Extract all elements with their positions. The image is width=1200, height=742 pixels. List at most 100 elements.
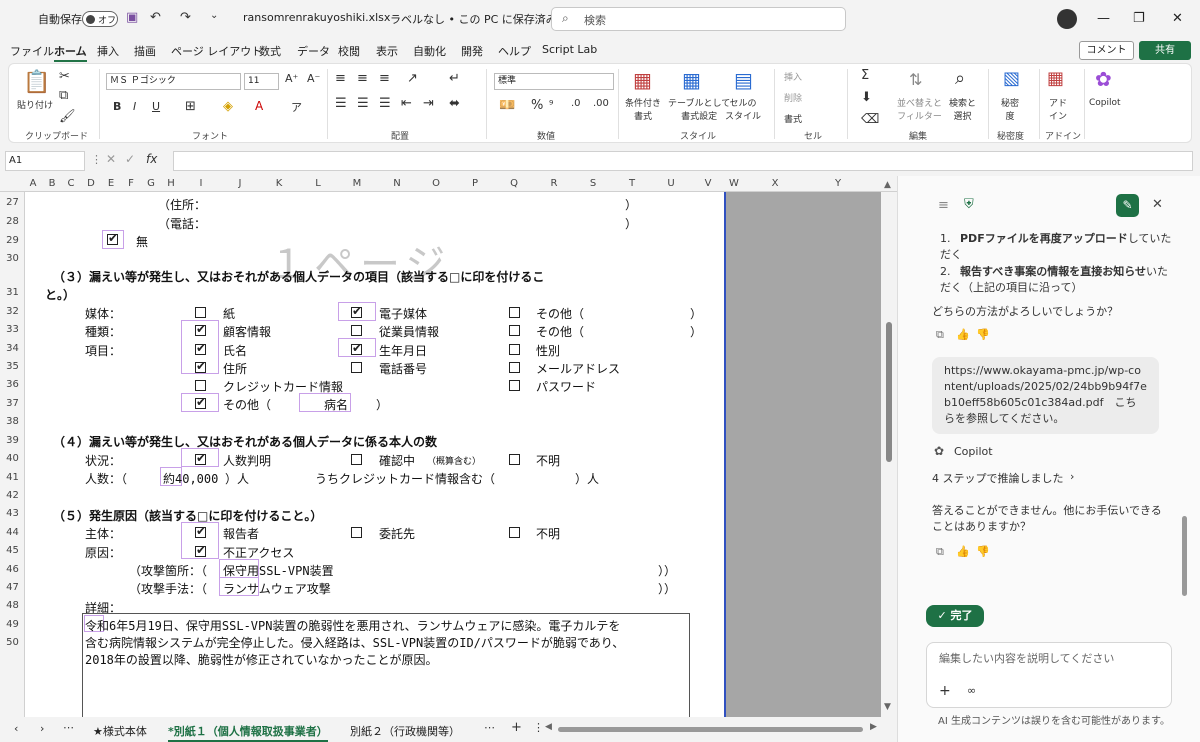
format-table-icon[interactable]: ▦ xyxy=(682,68,701,92)
col-header[interactable]: F xyxy=(123,178,139,189)
col-header[interactable]: D xyxy=(83,178,99,189)
scroll-thumb[interactable] xyxy=(886,322,892,462)
col-header[interactable]: X xyxy=(767,178,783,189)
delete-cells-button[interactable]: 削除 xyxy=(784,91,802,104)
tab-data[interactable]: データ xyxy=(297,43,330,59)
shrink-font-icon[interactable]: A⁻ xyxy=(307,72,320,85)
checkbox-name[interactable] xyxy=(195,341,206,355)
copy-icon[interactable]: ⧉ xyxy=(59,88,68,103)
new-chat-icon[interactable]: ✎ xyxy=(1116,194,1139,217)
border-icon[interactable]: ⊞ xyxy=(185,99,196,114)
horizontal-scroll-thumb[interactable] xyxy=(558,727,863,732)
number-format-select[interactable]: 標準 xyxy=(494,73,614,90)
tab-insert[interactable]: 挿入 xyxy=(97,43,119,59)
checkbox-confirming[interactable] xyxy=(351,454,362,465)
tab-home[interactable]: ホーム xyxy=(54,43,87,62)
find-icon[interactable]: ⌕ xyxy=(955,68,965,89)
align-right-icon[interactable]: ☰ xyxy=(379,96,391,111)
align-bottom-icon[interactable]: ≡ xyxy=(379,71,390,86)
checkbox-contractor[interactable] xyxy=(351,527,362,538)
italic-icon[interactable]: I xyxy=(133,100,136,113)
row-header[interactable]: 49 xyxy=(0,619,25,630)
tab-developer[interactable]: 開発 xyxy=(461,43,483,59)
checkbox-address[interactable] xyxy=(195,359,206,373)
checkbox-birth[interactable] xyxy=(351,341,362,355)
col-header[interactable]: U xyxy=(663,178,679,189)
redo-icon[interactable]: ↷ xyxy=(180,10,191,25)
row-header[interactable]: 45 xyxy=(0,545,25,556)
sort-filter-label[interactable]: 並べ替えと フィルター xyxy=(897,96,942,122)
outdent-icon[interactable]: ⇥ xyxy=(423,96,434,111)
checkbox-credit[interactable] xyxy=(195,380,206,391)
row-header[interactable]: 30 xyxy=(0,253,25,264)
cell-style-label[interactable]: セルの スタイル xyxy=(725,96,761,122)
worksheet-page[interactable]: １ページ （住所： ） （電話： ） 無 （３）漏えい等が発生し、又はおそれがあ… xyxy=(25,192,724,717)
col-header[interactable]: A xyxy=(25,178,41,189)
col-header[interactable]: Y xyxy=(830,178,846,189)
chevron-right-icon[interactable]: › xyxy=(1070,470,1074,483)
checkbox-paper[interactable] xyxy=(195,307,206,318)
font-name-select[interactable]: ＭＳ Ｐゴシック xyxy=(106,73,241,90)
checkbox-known[interactable] xyxy=(195,451,206,465)
prompt-input[interactable]: 編集したい内容を説明してください + ∞ xyxy=(926,642,1172,708)
row-header[interactable]: 36 xyxy=(0,379,25,390)
col-header[interactable]: Q xyxy=(506,178,522,189)
scroll-right-icon[interactable]: ▶ xyxy=(870,722,877,732)
col-header[interactable]: P xyxy=(467,178,483,189)
conditional-format-label[interactable]: 条件付き 書式 xyxy=(625,96,661,122)
conditional-format-icon[interactable]: ▦ xyxy=(633,68,652,92)
tab-automate[interactable]: 自動化 xyxy=(413,43,446,59)
tab-prev-icon[interactable]: ‹ xyxy=(14,722,18,735)
bold-icon[interactable]: B xyxy=(113,100,121,113)
add-sheet-icon[interactable]: + xyxy=(511,720,522,735)
hscroll-more-icon[interactable]: ⋮ xyxy=(533,721,544,734)
underline-icon[interactable]: U xyxy=(152,100,160,113)
copilot-icon[interactable]: ✿ xyxy=(1095,67,1112,91)
copilot-label[interactable]: Copilot xyxy=(1089,98,1121,108)
col-header[interactable]: V xyxy=(700,178,716,189)
align-left-icon[interactable]: ☰ xyxy=(335,96,347,111)
increase-decimal-icon[interactable]: .0 xyxy=(571,98,581,109)
tab-draw[interactable]: 描画 xyxy=(134,43,156,59)
checkbox-other-type[interactable] xyxy=(509,325,520,336)
tab-file[interactable]: ファイル xyxy=(10,43,54,59)
tab-next-icon[interactable]: › xyxy=(40,722,44,735)
detail-box[interactable]: 令和6年5月19日、保守用SSL-VPN装置の脆弱性を悪用され、ランサムウェアに… xyxy=(82,613,690,717)
col-header[interactable]: M xyxy=(349,178,365,189)
fill-icon[interactable]: ⬇ xyxy=(861,90,872,105)
align-center-icon[interactable]: ☰ xyxy=(357,96,369,111)
avatar[interactable] xyxy=(1057,9,1077,29)
checkbox-unknown-subject[interactable] xyxy=(509,527,520,538)
addin-icon[interactable]: ▦ xyxy=(1047,68,1064,89)
paste-icon[interactable]: 📋 xyxy=(23,70,50,95)
row-header[interactable]: 27 xyxy=(0,197,25,208)
decrease-decimal-icon[interactable]: .00 xyxy=(593,98,609,109)
clear-icon[interactable]: ⌫ xyxy=(861,112,879,127)
sensitivity-label[interactable]: 秘密 度 xyxy=(1001,96,1019,122)
row-header[interactable]: 34 xyxy=(0,343,25,354)
col-header[interactable]: S xyxy=(585,178,601,189)
sensitivity-icon[interactable]: ▧ xyxy=(1003,68,1020,89)
add-icon[interactable]: + xyxy=(939,683,951,699)
sheet-tab-main[interactable]: ★様式本体 xyxy=(93,723,147,739)
fill-color-icon[interactable]: ◈ xyxy=(223,99,233,114)
done-button[interactable]: ✓ 完了 xyxy=(926,605,984,627)
font-color-icon[interactable]: A xyxy=(255,99,263,113)
row-header[interactable]: 40 xyxy=(0,453,25,464)
scroll-left-icon[interactable]: ◀ xyxy=(545,722,552,732)
more-icon[interactable]: ⋮ xyxy=(91,153,102,166)
cut-icon[interactable]: ✂ xyxy=(59,69,70,84)
addin-label[interactable]: アド イン xyxy=(1049,96,1067,122)
insert-function-icon[interactable]: fx xyxy=(146,152,157,166)
row-header[interactable]: 42 xyxy=(0,490,25,501)
wrap-text-icon[interactable]: ↵ xyxy=(449,71,460,86)
row-header[interactable]: 28 xyxy=(0,216,25,227)
checkbox-password[interactable] xyxy=(509,380,520,391)
enter-icon[interactable]: ✓ xyxy=(125,152,135,166)
sort-filter-icon[interactable]: ⇅ xyxy=(909,70,922,89)
col-header[interactable]: J xyxy=(232,178,248,189)
currency-icon[interactable]: 💴 xyxy=(499,98,515,113)
paste-label[interactable]: 貼り付け xyxy=(17,98,53,111)
col-header[interactable]: I xyxy=(193,178,209,189)
format-painter-icon[interactable]: 🖌 xyxy=(59,109,76,124)
